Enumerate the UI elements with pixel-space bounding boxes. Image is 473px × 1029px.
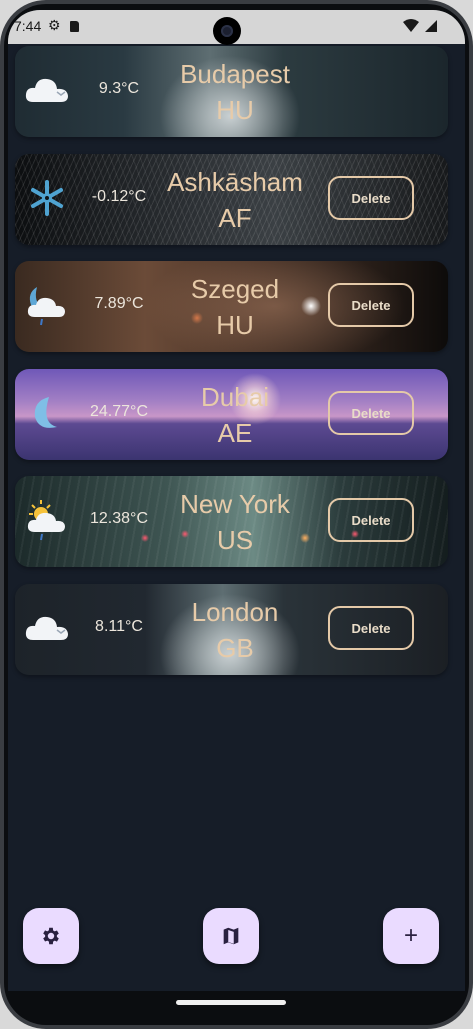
city-card-szeged[interactable]: 7.89°C Szeged HU Delete [15,261,448,352]
add-city-button[interactable]: + [383,908,439,964]
home-indicator[interactable] [176,1000,286,1005]
cloud-icon [25,616,68,640]
phone-frame: 7:44 ⚙ 9.3°C Budapest HU -0.12°C Ashkāsh… [0,0,473,1029]
city-name: Szeged [190,274,280,304]
status-right-icons [403,19,443,36]
delete-button[interactable]: Delete [328,176,414,220]
city-card-london[interactable]: 8.11°C London GB Delete [15,584,448,675]
country-code: HU [216,310,254,340]
front-camera [213,17,241,45]
city-name-block: Dubai AE [145,379,325,451]
status-settings-icon: ⚙ [48,17,61,33]
delete-button[interactable]: Delete [328,283,414,327]
country-code: AE [217,418,253,448]
city-card-new-york[interactable]: 12.38°C New York US Delete [15,476,448,567]
city-card-ashkasham[interactable]: -0.12°C Ashkāsham AF Delete [15,154,448,245]
map-icon [223,927,239,945]
country-code: AF [218,203,252,233]
city-name: Dubai [201,382,269,412]
settings-button[interactable] [23,908,79,964]
moon-cloud-rain-icon [27,287,65,326]
wifi-signal-icons [403,19,437,32]
gesture-navbar [0,991,473,1029]
status-time: 7:44 [14,18,42,34]
city-name: London [191,597,279,627]
city-card-budapest[interactable]: 9.3°C Budapest HU [15,46,448,137]
country-code: HU [216,95,254,125]
snowflake-icon [31,180,63,216]
city-name-block: Budapest HU [145,56,325,128]
sun-cloud-rain-icon [27,500,65,541]
gear-icon [43,927,59,945]
moon-icon [34,397,57,428]
delete-button[interactable]: Delete [328,391,414,435]
city-name: New York [180,489,290,519]
map-button[interactable] [203,908,259,964]
city-card-dubai[interactable]: 24.77°C Dubai AE Delete [15,369,448,460]
sd-card-icon [70,21,79,32]
city-name: Ashkāsham [167,167,303,197]
delete-button[interactable]: Delete [328,606,414,650]
cloud-icon [25,78,68,102]
delete-button[interactable]: Delete [328,498,414,542]
city-name-block: New York US [145,486,325,558]
country-code: GB [216,633,254,663]
city-name-block: Ashkāsham AF [145,164,325,236]
city-name-block: Szeged HU [145,271,325,343]
city-name: Budapest [180,59,290,89]
country-code: US [216,525,254,555]
city-name-block: London GB [145,594,325,666]
